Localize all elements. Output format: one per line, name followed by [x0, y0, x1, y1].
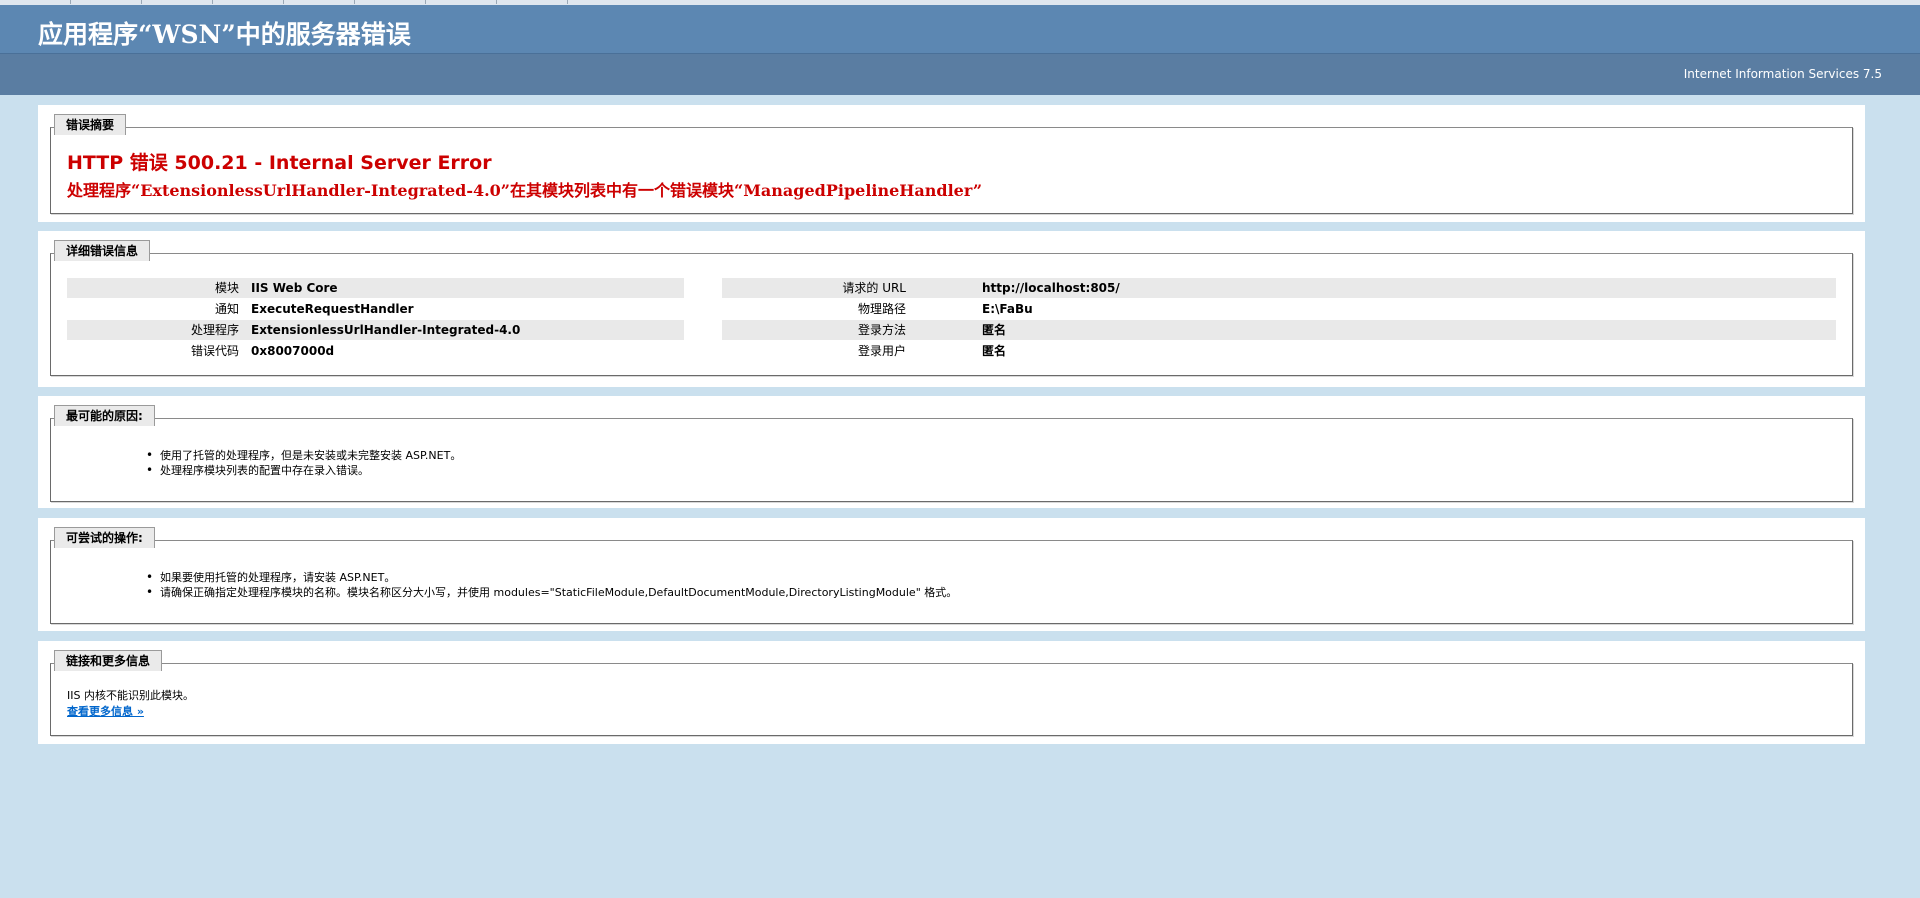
browser-tab[interactable]	[213, 0, 284, 4]
detail-row-request-url: 请求的 URL http://localhost:805/	[722, 278, 1836, 298]
detail-row-notification: 通知 ExecuteRequestHandler	[67, 299, 684, 319]
detail-row-handler: 处理程序 ExtensionlessUrlHandler-Integrated-…	[67, 320, 684, 340]
detail-label: 处理程序	[190, 323, 239, 337]
things-to-try-panel: 可尝试的操作: 如果要使用托管的处理程序，请安装 ASP.NET。 请确保正确指…	[38, 518, 1865, 631]
browser-tab[interactable]	[142, 0, 213, 4]
causes-list: 使用了托管的处理程序，但是未安装或未完整安装 ASP.NET。 处理程序模块列表…	[146, 448, 461, 478]
detail-label: 请求的 URL	[842, 281, 906, 295]
error-description: 处理程序“ExtensionlessUrlHandler-Integrated-…	[67, 181, 983, 200]
detail-row-logon-method: 登录方法 匿名	[722, 320, 1836, 340]
list-item: 处理程序模块列表的配置中存在录入错误。	[146, 463, 461, 478]
page-title: 应用程序“WSN”中的服务器错误	[38, 20, 411, 49]
links-description: IIS 内核不能识别此模块。	[67, 689, 194, 702]
list-item: 如果要使用托管的处理程序，请安装 ASP.NET。	[146, 570, 957, 585]
browser-tab[interactable]	[284, 0, 355, 4]
error-summary-panel: 错误摘要 HTTP 错误 500.21 - Internal Server Er…	[38, 105, 1865, 222]
links-panel: 链接和更多信息 IIS 内核不能识别此模块。 查看更多信息 »	[38, 641, 1865, 744]
detail-value: E:\FaBu	[982, 302, 1033, 316]
detail-row-error-code: 错误代码 0x8007000d	[67, 341, 684, 361]
detail-row-physical-path: 物理路径 E:\FaBu	[722, 299, 1836, 319]
links-fieldset	[50, 663, 1853, 736]
browser-tab[interactable]	[355, 0, 426, 4]
things-to-try-legend: 可尝试的操作:	[54, 527, 155, 548]
browser-tab[interactable]	[71, 0, 142, 4]
detail-value: 匿名	[982, 323, 1007, 337]
list-item: 请确保正确指定处理程序模块的名称。模块名称区分大小写，并使用 modules="…	[146, 585, 957, 600]
detail-label: 通知	[214, 302, 239, 316]
request-url-value: http://localhost:805/	[982, 281, 1120, 295]
detail-label: 模块	[214, 281, 239, 295]
view-more-info-link[interactable]: 查看更多信息 »	[67, 703, 144, 719]
server-banner: Internet Information Services 7.5	[0, 54, 1920, 95]
browser-tab[interactable]	[497, 0, 568, 4]
error-details-panel: 详细错误信息 模块 IIS Web Core 通知 ExecuteRequest…	[38, 231, 1865, 387]
actions-list: 如果要使用托管的处理程序，请安装 ASP.NET。 请确保正确指定处理程序模块的…	[146, 570, 957, 600]
likely-causes-panel: 最可能的原因: 使用了托管的处理程序，但是未安装或未完整安装 ASP.NET。 …	[38, 396, 1865, 508]
detail-value: ExtensionlessUrlHandler-Integrated-4.0	[251, 323, 521, 337]
detail-value: 匿名	[982, 344, 1007, 358]
browser-tab[interactable]	[426, 0, 497, 4]
detail-label: 登录用户	[857, 344, 906, 358]
error-details-legend: 详细错误信息	[54, 240, 151, 261]
error-summary-legend: 错误摘要	[54, 114, 127, 135]
list-item: 使用了托管的处理程序，但是未安装或未完整安装 ASP.NET。	[146, 448, 461, 463]
error-heading: HTTP 错误 500.21 - Internal Server Error	[67, 152, 492, 174]
browser-tab[interactable]	[0, 0, 71, 4]
links-legend: 链接和更多信息	[54, 650, 163, 671]
detail-label: 物理路径	[857, 302, 906, 316]
likely-causes-legend: 最可能的原因:	[54, 405, 155, 426]
detail-value: IIS Web Core	[251, 281, 338, 295]
detail-row-module: 模块 IIS Web Core	[67, 278, 684, 298]
server-version: Internet Information Services 7.5	[1683, 67, 1882, 81]
detail-row-logon-user: 登录用户 匿名	[722, 341, 1836, 361]
detail-label: 登录方法	[857, 323, 906, 337]
detail-value: 0x8007000d	[251, 344, 335, 358]
detail-label: 错误代码	[190, 344, 239, 358]
detail-value: ExecuteRequestHandler	[251, 302, 414, 316]
page-header: 应用程序“WSN”中的服务器错误	[0, 5, 1920, 54]
